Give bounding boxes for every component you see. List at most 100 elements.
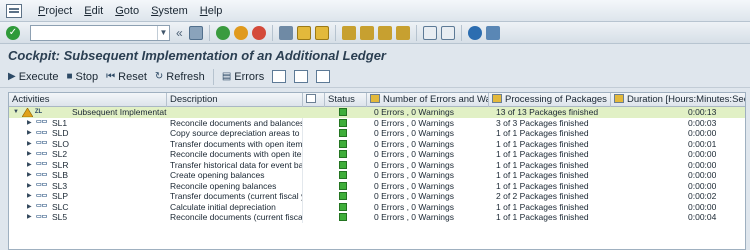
tree-header: Activities Description Status Number of … — [9, 93, 745, 107]
prev-page-icon[interactable] — [359, 25, 374, 40]
expand-node-icon[interactable]: ▶ — [27, 170, 32, 181]
expand-node-icon[interactable]: ▶ — [27, 118, 32, 129]
activity-description: Reconcile documents and balances be... — [167, 117, 303, 128]
menu-edit[interactable]: Edit — [84, 5, 103, 17]
customize-icon[interactable] — [485, 25, 500, 40]
menu-project[interactable]: Project — [38, 5, 72, 17]
column-header-activities[interactable]: Activities — [9, 93, 167, 107]
column-header-packages[interactable]: Processing of Packages — [489, 93, 611, 107]
column-header-duration[interactable]: Duration [Hours:Minutes:Sec... — [611, 93, 745, 107]
status-ok-icon — [339, 108, 347, 116]
activity-row[interactable]: ▶ ▭▭ SLO Transfer documents with open items… — [9, 138, 745, 150]
column-header-description[interactable]: Description — [167, 93, 303, 107]
system-toolbar: ✓ ▼ « — [0, 22, 750, 44]
activity-packages: 1 of 1 Packages finished — [496, 212, 589, 222]
collapse-node-icon[interactable]: ▼ — [13, 107, 19, 118]
print-icon[interactable] — [278, 25, 293, 40]
activity-row[interactable]: ▶ ▭▭ SLB Create opening balances 0 Errors , … — [9, 170, 745, 181]
find-icon[interactable] — [296, 25, 311, 40]
root-packages: 13 of 13 Packages finished — [496, 107, 599, 117]
last-page-icon[interactable] — [395, 25, 410, 40]
activity-id: SL3 — [52, 180, 68, 191]
errors-button[interactable]: ▤ Errors — [222, 71, 264, 83]
refresh-button[interactable]: ↻ Refresh — [155, 71, 205, 83]
activity-row[interactable]: ▶ ▭▭ SL5 Reconcile documents (current fisca… — [9, 212, 745, 223]
back-icon[interactable] — [215, 25, 230, 40]
collapse-icon[interactable]: « — [176, 26, 183, 40]
expand-node-icon[interactable]: ▶ — [27, 139, 32, 150]
activity-row[interactable]: ▶ ▭▭ SLP Transfer documents (current fiscal… — [9, 191, 745, 202]
column-header-errors[interactable]: Number of Errors and Warnings — [367, 93, 489, 107]
activity-node-icon: ▭▭ — [36, 213, 48, 220]
expand-node-icon[interactable]: ▶ — [27, 181, 32, 192]
errors-column-icon — [370, 94, 380, 103]
execute-button[interactable]: ▶ Execute — [8, 71, 58, 83]
status-ok-icon — [339, 181, 347, 190]
status-ok-icon — [339, 150, 347, 158]
first-page-icon[interactable] — [341, 25, 356, 40]
activity-packages: 1 of 1 Packages finished — [496, 138, 589, 149]
activity-id: SLR — [52, 159, 69, 170]
chevron-down-icon[interactable]: ▼ — [157, 25, 169, 40]
activity-row[interactable]: ▶ ▭▭ SL1 Reconcile documents and balances b… — [9, 117, 745, 129]
activity-id: SLC — [52, 201, 69, 212]
application-toolbar: ▶ Execute ■ Stop ⏮ Reset ↻ Refresh ▤ Err… — [0, 66, 750, 88]
column-header-icon[interactable] — [303, 93, 325, 107]
activity-description: Create opening balances — [167, 170, 303, 181]
activity-row[interactable]: ▶ ▭▭ SLR Transfer historical data for event… — [9, 159, 745, 171]
status-ok-icon — [339, 192, 347, 200]
toolbar-separator — [271, 24, 273, 41]
activity-row[interactable]: ▶ ▭▭ SL3 Reconcile opening balances 0 Errors… — [9, 180, 745, 192]
save-icon[interactable] — [188, 25, 203, 40]
help-icon[interactable] — [467, 25, 482, 40]
enter-icon[interactable]: ✓ — [6, 25, 20, 40]
expand-node-icon[interactable]: ▶ — [27, 191, 32, 202]
activity-row[interactable]: ▶ ▭▭ SL2 Reconcile documents with open item… — [9, 149, 745, 160]
status-ok-icon — [339, 171, 347, 179]
toolbar-separator — [460, 24, 462, 41]
activity-duration: 0:00:00 — [688, 149, 717, 159]
shortcut-icon[interactable] — [440, 25, 455, 40]
menu-help[interactable]: Help — [200, 5, 223, 17]
activity-tree: Activities Description Status Number of … — [8, 92, 746, 250]
activity-packages: 2 of 2 Packages finished — [496, 191, 589, 201]
activity-packages: 1 of 1 Packages finished — [496, 170, 589, 180]
menu-system[interactable]: System — [151, 5, 188, 17]
expand-node-icon[interactable]: ▶ — [27, 128, 32, 139]
status-ok-icon — [339, 118, 347, 127]
activity-row[interactable]: ▶ ▭▭ SLD Copy source depreciation areas to … — [9, 128, 745, 139]
find-next-icon[interactable] — [314, 25, 329, 40]
expand-node-icon[interactable]: ▶ — [27, 160, 32, 171]
activity-description: Transfer documents (current fiscal year) — [167, 191, 303, 202]
activity-node-icon: ▭▭ — [36, 129, 48, 136]
column-header-status[interactable]: Status — [325, 93, 367, 107]
activity-description: Transfer historical data for event base.… — [167, 159, 303, 170]
menu-goto[interactable]: Goto — [115, 5, 139, 17]
next-page-icon[interactable] — [377, 25, 392, 40]
activity-errors: 0 Errors , 0 Warnings — [374, 191, 454, 201]
activity-packages: 1 of 1 Packages finished — [496, 159, 589, 170]
refresh-label: Refresh — [166, 70, 205, 83]
expand-node-icon[interactable]: ▶ — [27, 202, 32, 213]
packages-column-icon — [492, 94, 502, 103]
activity-row[interactable]: ▶ ▭▭ SLC Calculate initial depreciation 0 Er… — [9, 201, 745, 213]
command-field[interactable]: ▼ — [30, 24, 170, 41]
details-icon[interactable] — [316, 70, 331, 83]
refresh-icon: ↻ — [154, 71, 164, 82]
activity-errors: 0 Errors , 0 Warnings — [374, 212, 454, 222]
expand-node-icon[interactable]: ▶ — [27, 212, 32, 223]
duration-column-icon — [614, 94, 624, 103]
activity-node-icon: ▭▭ — [36, 119, 48, 125]
window-menu-icon[interactable] — [6, 3, 22, 18]
stop-button[interactable]: ■ Stop — [66, 71, 98, 83]
cancel-icon[interactable] — [251, 25, 266, 40]
expand-node-icon[interactable]: ▶ — [27, 149, 32, 160]
activity-errors: 0 Errors , 0 Warnings — [374, 117, 454, 128]
layout-icon[interactable] — [272, 70, 287, 83]
reset-button[interactable]: ⏮ Reset — [106, 71, 147, 83]
tree-root-row[interactable]: ▼ ZL Subsequent Implementation 0 Errors … — [9, 107, 745, 118]
exit-icon[interactable] — [233, 25, 248, 40]
new-session-icon[interactable] — [422, 25, 437, 40]
monitor-icon — [306, 94, 316, 103]
settings-icon[interactable] — [294, 70, 309, 83]
